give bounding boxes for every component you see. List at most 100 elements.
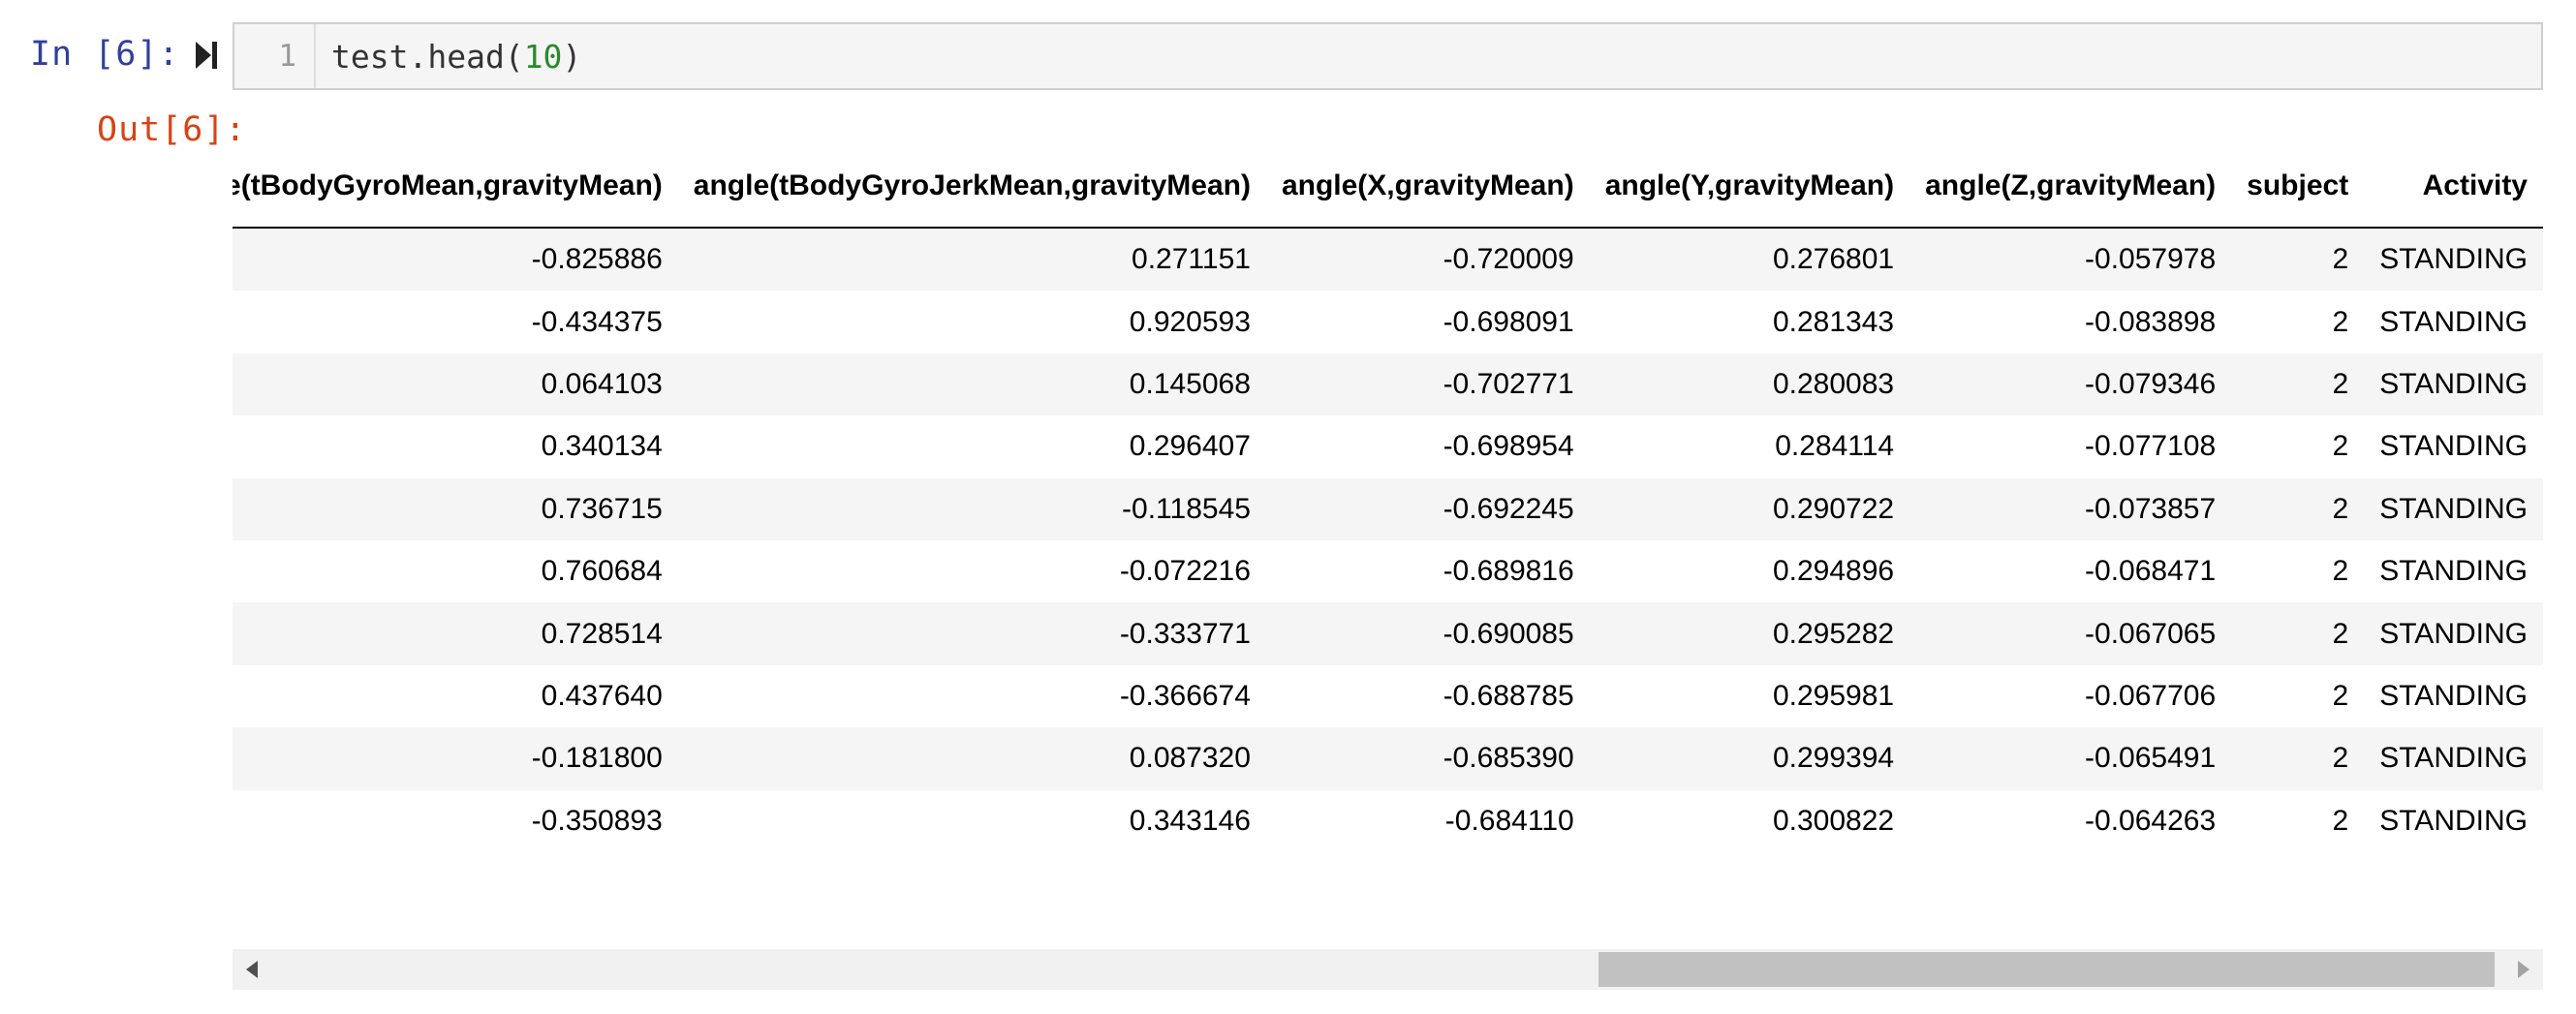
table-cell: 0.284114 [1775, 430, 1895, 463]
table-cell: 0.760684 [541, 555, 663, 588]
table-cell: -0.067706 [2085, 679, 2217, 712]
table-row: 0.728514 -0.333771 -0.690085 0.295282 -0.067… [233, 602, 2543, 665]
column-header: angle(tBodyGyroJerkMean,gravityMean) [677, 145, 1266, 229]
table-cell: 2 [2332, 679, 2349, 712]
table-row: 0.736715 -0.118545 -0.692245 0.290722 -0.073… [233, 477, 2543, 540]
table-cell: -0.333771 [1119, 617, 1251, 650]
horizontal-scrollbar[interactable] [233, 949, 2543, 990]
table-cell: -0.685390 [1443, 742, 1574, 775]
table-cell: 2 [2332, 243, 2349, 276]
table-cell: -0.077108 [2085, 430, 2217, 463]
code-number-literal: 10 [523, 37, 563, 76]
table-cell: -0.366674 [1119, 679, 1251, 712]
code-text-close: ) [562, 37, 582, 76]
table-cell: 0.736715 [541, 492, 663, 525]
table-cell: 0.300822 [1772, 804, 1895, 837]
table-cell: -0.688785 [1443, 679, 1574, 712]
table-cell: -0.702771 [1443, 367, 1574, 400]
table-cell: 0.340134 [541, 430, 663, 463]
table-cell: -0.698091 [1443, 305, 1574, 338]
table-cell: 0.437640 [541, 679, 663, 712]
column-header: angle(Y,gravityMean) [1589, 145, 1910, 229]
table-cell: STANDING [2379, 804, 2528, 837]
table-cell: 0.295981 [1772, 679, 1895, 712]
table-cell: 0.728514 [541, 617, 663, 650]
column-header: angle(tBodyGyroMean,gravityMean) [233, 145, 678, 229]
table-cell: 0.295282 [1772, 617, 1895, 650]
table-cell: 0.343146 [1129, 804, 1251, 837]
table-cell: STANDING [2379, 492, 2528, 525]
scroll-right-arrow-icon[interactable] [2518, 961, 2529, 978]
table-cell: 0.294896 [1772, 555, 1895, 588]
table-row: -0.181800 0.087320 -0.685390 0.299394 -0.065… [233, 727, 2543, 790]
table-cell: -0.067065 [2085, 617, 2217, 650]
table-cell: STANDING [2379, 243, 2528, 276]
column-header: angle(Z,gravityMean) [1909, 145, 2232, 229]
table-header-row: angle(tBodyGyroMean,gravityMean) angle(t… [233, 145, 2543, 229]
table-cell: STANDING [2379, 555, 2528, 588]
table-cell: 0.299394 [1772, 742, 1895, 775]
line-number: 1 [234, 24, 316, 88]
table-cell: 0.276801 [1772, 243, 1895, 276]
table-cell: -0.350893 [531, 804, 663, 837]
table-cell: -0.692245 [1443, 492, 1574, 525]
table-cell: 0.281343 [1772, 305, 1895, 338]
table-cell: -0.083898 [2085, 305, 2217, 338]
input-prompt: In [6]: [30, 35, 180, 74]
run-cell-icon[interactable] [194, 40, 219, 71]
table-cell: STANDING [2379, 430, 2528, 463]
table-cell: -0.072216 [1119, 555, 1251, 588]
dataframe-output: angle(tBodyGyroMean,gravityMean) angle(t… [233, 145, 2543, 949]
table-cell: STANDING [2379, 617, 2528, 650]
table-cell: STANDING [2379, 679, 2528, 712]
table-cell: -0.181800 [531, 742, 663, 775]
column-header: Activity [2364, 145, 2543, 229]
table-cell: 2 [2332, 804, 2349, 837]
table-cell: 0.920593 [1129, 305, 1251, 338]
table-cell: 0.290722 [1772, 492, 1895, 525]
table-cell: -0.079346 [2085, 367, 2217, 400]
table-cell: 2 [2332, 742, 2349, 775]
table-cell: -0.065491 [2085, 742, 2217, 775]
table-cell: 0.145068 [1129, 367, 1251, 400]
table-cell: -0.068471 [2085, 555, 2217, 588]
code-line[interactable]: test.head(10) [316, 38, 581, 76]
table-cell: -0.073857 [2085, 492, 2217, 525]
table-row: 0.760684 -0.072216 -0.689816 0.294896 -0.068… [233, 539, 2543, 603]
table-cell: 0.064103 [541, 367, 663, 400]
table-row: 0.340134 0.296407 -0.698954 0.284114 -0.0771… [233, 415, 2543, 478]
table-cell: 2 [2332, 492, 2349, 525]
table-cell: -0.689816 [1443, 555, 1574, 588]
table-row: 0.064103 0.145068 -0.702771 0.280083 -0.0793… [233, 353, 2543, 416]
table-cell: 0.280083 [1772, 367, 1895, 400]
table-cell: 0.296407 [1129, 430, 1251, 463]
table-cell: -0.064263 [2085, 804, 2217, 837]
table-cell: -0.825886 [531, 243, 663, 276]
table-cell: 2 [2332, 305, 2349, 338]
column-header: angle(X,gravityMean) [1265, 145, 1590, 229]
table-row: -0.350893 0.343146 -0.684110 0.300822 -0.064… [233, 789, 2543, 852]
table-cell: STANDING [2379, 742, 2528, 775]
table-body: -0.825886 0.271151 -0.720009 0.276801 -0.057… [233, 228, 2543, 852]
table-row: 0.437640 -0.366674 -0.688785 0.295981 -0.067… [233, 664, 2543, 728]
table-cell: -0.720009 [1443, 243, 1574, 276]
table-cell: 0.087320 [1129, 742, 1251, 775]
scrollbar-thumb[interactable] [1598, 952, 2495, 987]
column-header: subject [2231, 145, 2365, 229]
table-cell: 2 [2332, 367, 2349, 400]
code-text: test.head( [331, 37, 524, 76]
table-cell: -0.057978 [2085, 243, 2217, 276]
code-cell-input[interactable]: 1 test.head(10) [233, 22, 2543, 90]
table-cell: STANDING [2379, 367, 2528, 400]
output-prompt: Out[6]: [97, 110, 247, 149]
table-cell: 0.271151 [1132, 243, 1251, 276]
table-cell: -0.698954 [1443, 430, 1574, 463]
table-cell: -0.118545 [1122, 492, 1251, 525]
table-row: -0.434375 0.920593 -0.698091 0.281343 -0.083… [233, 291, 2543, 353]
table-row: -0.825886 0.271151 -0.720009 0.276801 -0.057… [233, 228, 2543, 292]
table-cell: 2 [2332, 430, 2349, 463]
table-cell: -0.690085 [1443, 617, 1574, 650]
table-cell: 2 [2332, 555, 2349, 588]
table-cell: 2 [2332, 617, 2349, 650]
scroll-left-arrow-icon[interactable] [246, 961, 258, 978]
